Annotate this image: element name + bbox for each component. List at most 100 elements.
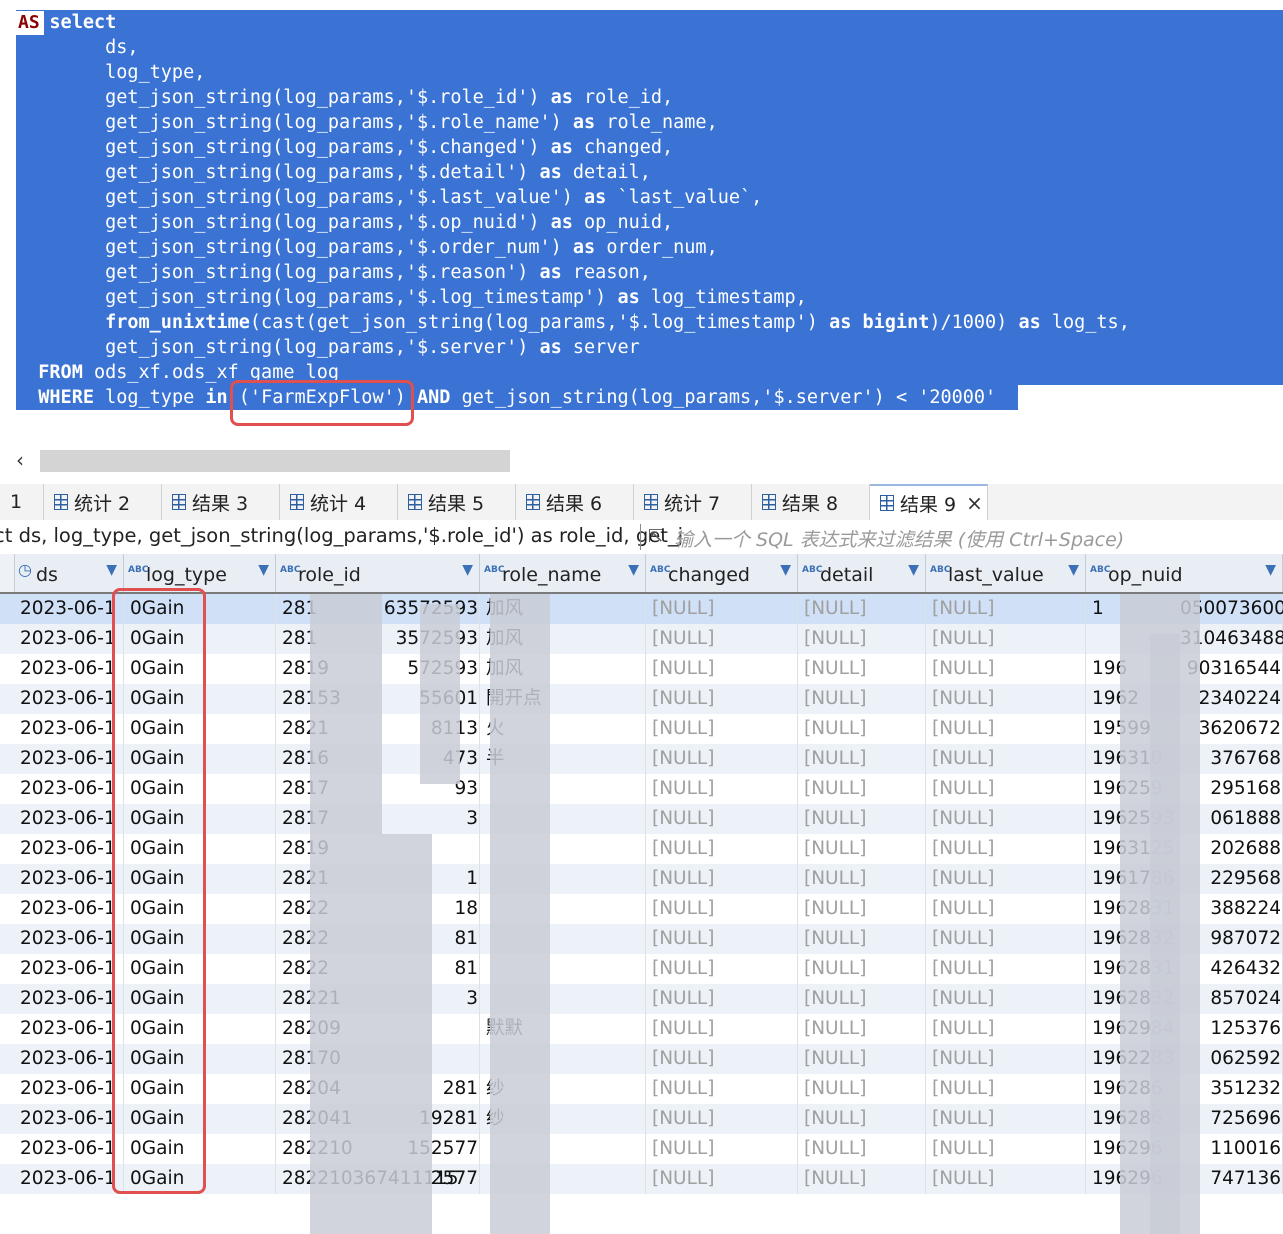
sort-arrow-icon[interactable]: ▼ [628, 562, 639, 578]
table-cell[interactable]: [NULL] [646, 984, 798, 1014]
table-cell[interactable]: [NULL] [798, 1134, 926, 1164]
table-cell[interactable]: [NULL] [926, 804, 1086, 834]
sort-arrow-icon[interactable]: ▼ [1068, 562, 1079, 578]
table-cell[interactable]: 2023-06-1 [14, 774, 124, 804]
table-cell[interactable]: 2023-06-1 [14, 984, 124, 1014]
sort-arrow-icon[interactable]: ▼ [1265, 562, 1276, 578]
tab-1[interactable]: 1 [0, 484, 44, 520]
table-cell[interactable]: [NULL] [646, 624, 798, 654]
table-cell[interactable]: [NULL] [646, 804, 798, 834]
table-cell[interactable]: [NULL] [926, 834, 1086, 864]
table-cell[interactable]: [NULL] [926, 1134, 1086, 1164]
table-cell[interactable]: [NULL] [798, 924, 926, 954]
table-cell[interactable]: [NULL] [798, 624, 926, 654]
table-cell[interactable]: [NULL] [646, 594, 798, 624]
table-cell[interactable]: [NULL] [926, 744, 1086, 774]
table-cell[interactable]: [NULL] [646, 834, 798, 864]
close-tab-icon[interactable]: × [966, 491, 983, 515]
column-header-last-value[interactable]: ABC last_value ▼ [926, 554, 1086, 594]
table-cell[interactable]: [NULL] [646, 1044, 798, 1074]
table-cell[interactable]: [NULL] [798, 714, 926, 744]
sort-arrow-icon[interactable]: ▼ [462, 562, 473, 578]
table-cell[interactable]: [NULL] [926, 984, 1086, 1014]
table-cell[interactable]: 2023-06-1 [14, 954, 124, 984]
editor-horizontal-scrollbar[interactable]: ‹ [0, 446, 1283, 478]
sort-arrow-icon[interactable]: ▼ [908, 562, 919, 578]
table-cell[interactable]: [NULL] [926, 894, 1086, 924]
scroll-thumb[interactable] [40, 450, 510, 472]
column-header-detail[interactable]: ABC detail ▼ [798, 554, 926, 594]
tab-5[interactable]: 结果 5 [398, 484, 516, 520]
table-cell[interactable]: [NULL] [798, 954, 926, 984]
table-cell[interactable]: [NULL] [926, 1014, 1086, 1044]
table-cell[interactable]: [NULL] [798, 1164, 926, 1194]
table-cell[interactable]: [NULL] [798, 654, 926, 684]
table-cell[interactable]: [NULL] [798, 1014, 926, 1044]
table-cell[interactable]: 2023-06-1 [14, 834, 124, 864]
tab-6[interactable]: 结果 6 [516, 484, 634, 520]
table-cell[interactable]: 2023-06-1 [14, 1044, 124, 1074]
table-cell[interactable]: [NULL] [646, 1014, 798, 1044]
sort-arrow-icon[interactable]: ▼ [106, 562, 117, 578]
table-cell[interactable]: [NULL] [798, 864, 926, 894]
table-cell[interactable]: [NULL] [926, 684, 1086, 714]
table-cell[interactable]: [NULL] [798, 744, 926, 774]
table-cell[interactable]: 2023-06-1 [14, 684, 124, 714]
table-cell[interactable]: 2023-06-1 [14, 714, 124, 744]
tab-2[interactable]: 统计 2 [44, 484, 162, 520]
table-cell[interactable]: 2023-06-1 [14, 1164, 124, 1194]
table-cell[interactable]: 2023-06-1 [14, 654, 124, 684]
tab-8[interactable]: 结果 8 [752, 484, 870, 520]
table-cell[interactable]: 2023-06-1 [14, 624, 124, 654]
table-cell[interactable]: 2023-06-1 [14, 1074, 124, 1104]
table-cell[interactable]: [NULL] [926, 924, 1086, 954]
table-cell[interactable]: 2023-06-1 [14, 1104, 124, 1134]
table-cell[interactable]: [NULL] [926, 1074, 1086, 1104]
table-cell[interactable]: [NULL] [798, 684, 926, 714]
sort-arrow-icon[interactable]: ▼ [258, 562, 269, 578]
column-header-role-id[interactable]: ABC role_id ▼ [276, 554, 480, 594]
table-cell[interactable]: 3 [380, 804, 480, 834]
table-cell[interactable]: [NULL] [646, 1164, 798, 1194]
tab-9[interactable]: 结果 9 × [870, 484, 988, 520]
table-cell[interactable]: 2023-06-1 [14, 594, 124, 624]
table-cell[interactable]: [NULL] [926, 864, 1086, 894]
table-cell[interactable]: [NULL] [798, 1044, 926, 1074]
table-cell[interactable]: [NULL] [926, 1164, 1086, 1194]
table-cell[interactable]: [NULL] [646, 744, 798, 774]
column-header-role-name[interactable]: ABC role_name ▼ [480, 554, 646, 594]
table-cell[interactable]: [NULL] [926, 624, 1086, 654]
table-cell[interactable]: [NULL] [926, 1104, 1086, 1134]
table-cell[interactable]: [NULL] [926, 954, 1086, 984]
tab-7[interactable]: 统计 7 [634, 484, 752, 520]
table-cell[interactable]: [NULL] [926, 714, 1086, 744]
table-cell[interactable]: [NULL] [926, 594, 1086, 624]
table-cell[interactable]: [NULL] [646, 684, 798, 714]
table-cell[interactable]: [NULL] [798, 774, 926, 804]
tab-3[interactable]: 结果 3 [162, 484, 280, 520]
table-cell[interactable]: [NULL] [646, 1074, 798, 1104]
table-cell[interactable]: [NULL] [646, 954, 798, 984]
table-cell[interactable]: [NULL] [926, 654, 1086, 684]
table-cell[interactable]: [NULL] [798, 804, 926, 834]
table-cell[interactable]: [NULL] [646, 894, 798, 924]
table-cell[interactable]: 2023-06-1 [14, 1134, 124, 1164]
sql-editor[interactable]: select ds, log_type, get_json_string(log… [0, 0, 1283, 440]
table-cell[interactable]: 2023-06-1 [14, 864, 124, 894]
table-cell[interactable]: 2023-06-1 [14, 1014, 124, 1044]
expand-filter-icon[interactable]: ⇱ [648, 526, 663, 547]
table-cell[interactable]: [NULL] [646, 714, 798, 744]
table-cell[interactable]: [NULL] [646, 654, 798, 684]
sql-code[interactable]: select ds, log_type, get_json_string(log… [16, 10, 1130, 410]
table-cell[interactable]: [NULL] [646, 924, 798, 954]
table-cell[interactable]: [NULL] [646, 774, 798, 804]
column-header-op-nuid[interactable]: ABC op_nuid ▼ [1086, 554, 1283, 594]
table-cell[interactable]: 2023-06-1 [14, 894, 124, 924]
table-cell[interactable]: [NULL] [798, 894, 926, 924]
table-cell[interactable]: [NULL] [798, 1074, 926, 1104]
table-cell[interactable]: [NULL] [646, 1134, 798, 1164]
table-cell[interactable]: [NULL] [798, 834, 926, 864]
table-cell[interactable]: [NULL] [798, 984, 926, 1014]
sort-arrow-icon[interactable]: ▼ [780, 562, 791, 578]
column-header-changed[interactable]: ABC changed ▼ [646, 554, 798, 594]
